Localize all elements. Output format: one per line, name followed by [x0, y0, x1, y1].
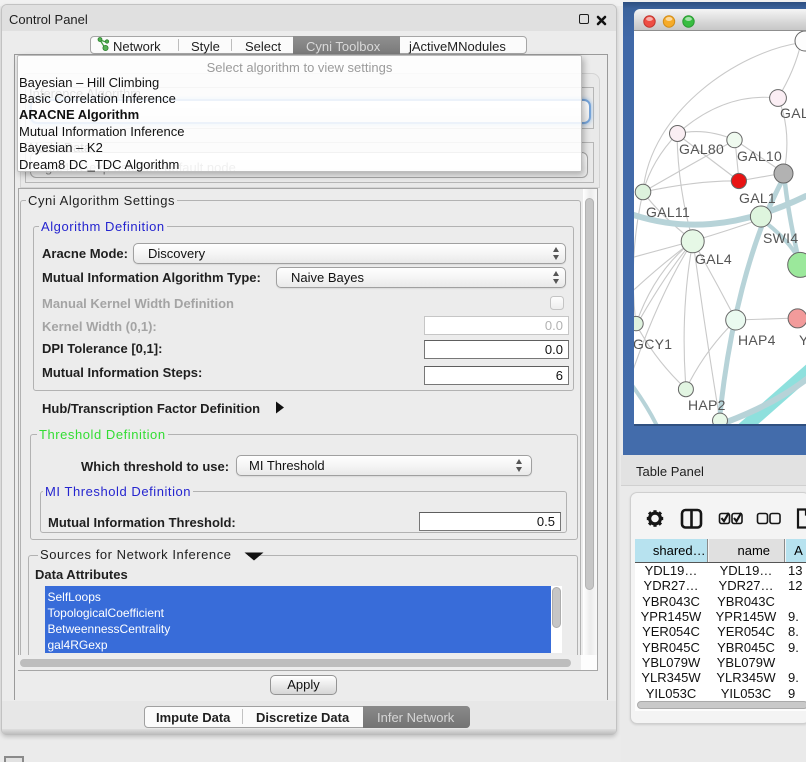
svg-text:Y: Y [799, 332, 806, 348]
svg-text:GAL4: GAL4 [695, 251, 732, 267]
svg-text:SWI4: SWI4 [763, 230, 798, 246]
svg-text:GAL11: GAL11 [646, 204, 690, 220]
svg-text:GAL80: GAL80 [679, 141, 724, 157]
svg-text:GCY1: GCY1 [634, 336, 672, 352]
svg-text:HAP4: HAP4 [738, 332, 776, 348]
svg-text:HAP2: HAP2 [688, 397, 726, 413]
svg-text:GAL7: GAL7 [780, 105, 806, 121]
svg-text:GAL1: GAL1 [739, 190, 776, 206]
svg-text:GAL10: GAL10 [737, 148, 782, 164]
